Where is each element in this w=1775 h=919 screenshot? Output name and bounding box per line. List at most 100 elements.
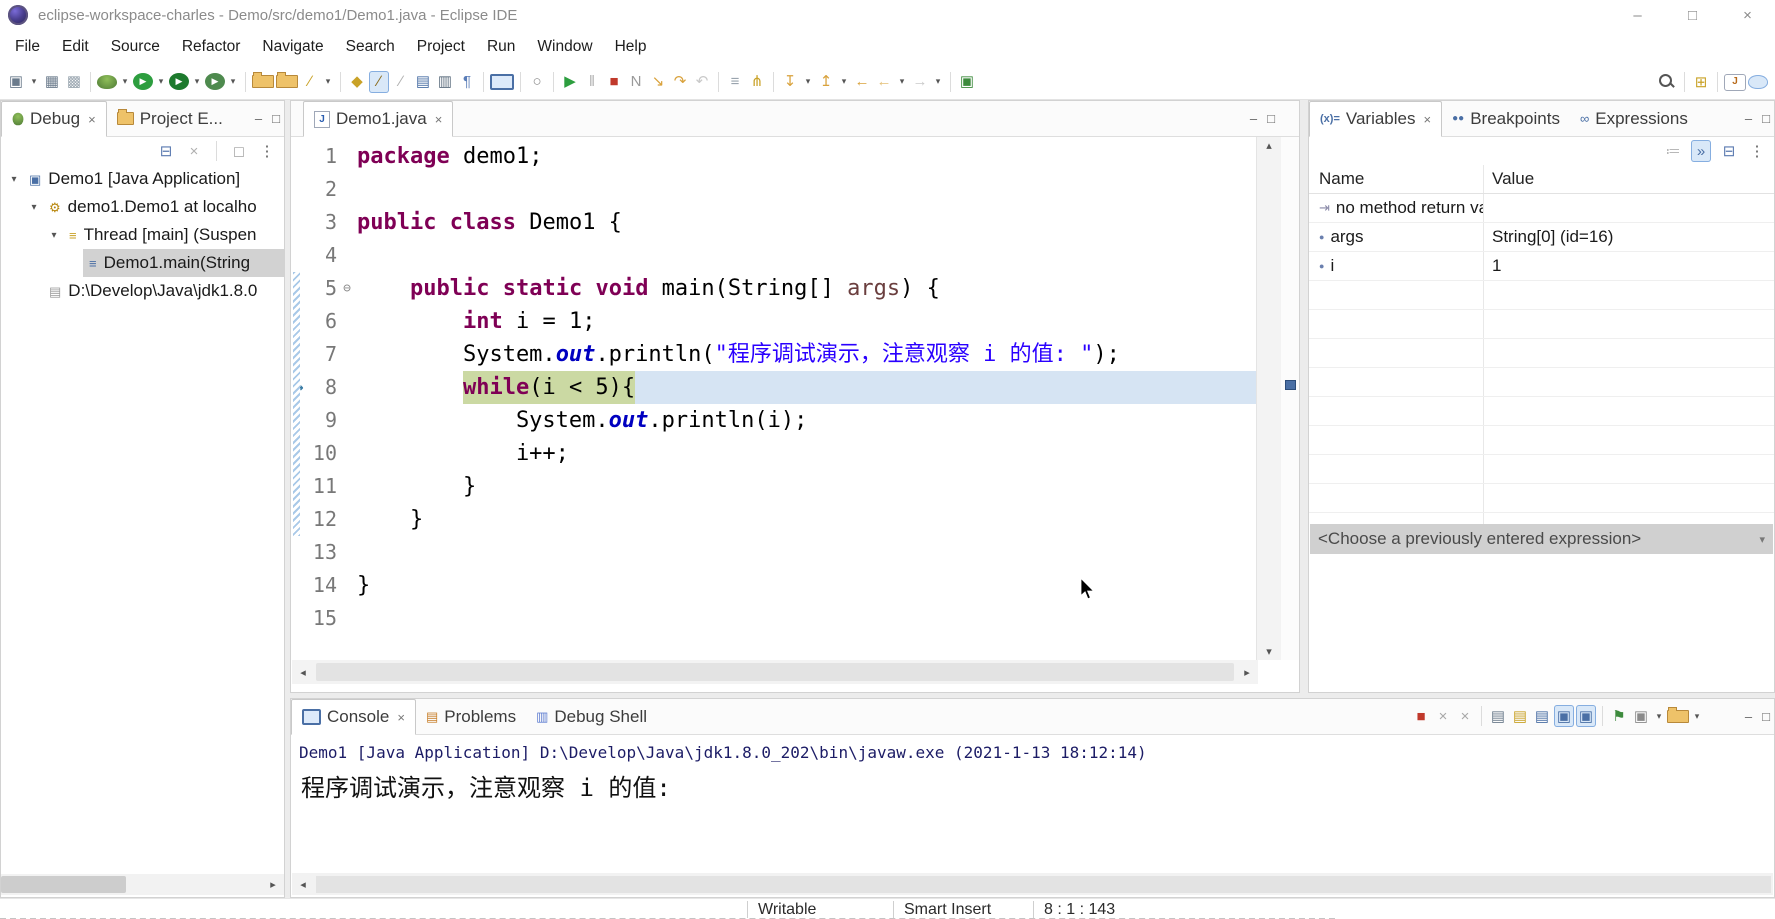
minimize-view-button[interactable]: – — [255, 111, 262, 126]
step-over-button[interactable]: ↷ — [670, 71, 690, 93]
code-line-6[interactable]: 6 int i = 1; — [291, 305, 1299, 338]
pin-console-button[interactable]: ⚑ — [1609, 705, 1629, 727]
search-button[interactable] — [1658, 73, 1678, 91]
scrollbar-thumb[interactable] — [316, 876, 1771, 893]
open-type-button[interactable]: ▤ — [413, 71, 433, 93]
search-occurrences-button[interactable]: ○ — [527, 71, 547, 93]
code-line-11[interactable]: 11 } — [291, 470, 1299, 503]
code-line-7[interactable]: 7 System.out.println("程序调试演示，注意观察 i 的值: … — [291, 338, 1299, 371]
expression-chooser[interactable]: <Choose a previously entered expression>… — [1310, 524, 1773, 554]
column-header-value[interactable]: Value — [1484, 165, 1774, 193]
menu-help[interactable]: Help — [604, 38, 658, 56]
step-return-button[interactable]: ↶ — [692, 71, 712, 93]
open-perspective-button[interactable]: ⊞ — [1691, 71, 1711, 93]
scroll-lock-button[interactable]: ▤ — [1510, 705, 1530, 727]
open-console-view-button[interactable] — [490, 74, 514, 90]
load-class-dropdown[interactable]: ▾ — [802, 71, 814, 93]
view-menu-button[interactable]: ⋮ — [1747, 140, 1767, 162]
toggle-highlight-button[interactable]: ◆ — [347, 71, 367, 93]
forward-dropdown[interactable]: ▾ — [932, 71, 944, 93]
debug-view-people-button[interactable]: ◻ — [229, 140, 249, 162]
tab-console[interactable]: Console × — [291, 699, 416, 735]
format-button[interactable]: ∕ — [391, 71, 411, 93]
code-line-12[interactable]: 12 } — [291, 503, 1299, 536]
code-line-4[interactable]: 4 — [291, 239, 1299, 272]
show-logical-structures-button[interactable]: » — [1691, 140, 1711, 162]
restart-dropdown[interactable]: ▾ — [838, 71, 850, 93]
show-stdout-button[interactable]: ▣ — [1554, 705, 1574, 727]
tab-console-close-icon[interactable]: × — [397, 710, 405, 725]
minimize-button[interactable]: – — [1610, 0, 1665, 30]
load-class-button[interactable]: ↧ — [780, 71, 800, 93]
resume-button[interactable]: ▶ — [560, 71, 580, 93]
maximize-button[interactable]: □ — [1665, 0, 1720, 30]
debug-dropdown[interactable]: ▾ — [119, 71, 131, 93]
scroll-left-icon[interactable]: ◂ — [292, 878, 314, 891]
scroll-down-icon[interactable]: ▾ — [1257, 645, 1281, 658]
debug-tree-item[interactable]: ▾≡Thread [main] (Suspen — [1, 221, 284, 249]
forward-button[interactable]: → — [910, 71, 930, 93]
scroll-left-icon[interactable]: ◂ — [292, 666, 314, 679]
maximize-view-button[interactable]: □ — [1762, 709, 1770, 724]
code-line-10[interactable]: 10 i++; — [291, 437, 1299, 470]
skip-breakpoints-button[interactable]: ≡ — [725, 71, 745, 93]
new-wizard-dropdown[interactable]: ▾ — [28, 71, 40, 93]
open-resource-button[interactable] — [276, 75, 298, 88]
current-line-marker[interactable] — [1285, 380, 1296, 390]
variable-detail-pane[interactable] — [1310, 554, 1773, 691]
word-wrap-button[interactable]: ▤ — [1532, 705, 1552, 727]
maximize-editor-button[interactable]: □ — [1267, 111, 1275, 126]
last-edit-location-button[interactable]: ▣ — [957, 71, 977, 93]
menu-navigate[interactable]: Navigate — [251, 38, 334, 56]
save-all-button[interactable]: ▩ — [64, 71, 84, 93]
remove-all-terminated-button[interactable]: × — [184, 140, 204, 162]
chevron-expand-icon[interactable]: ▾ — [45, 230, 63, 241]
console-horizontal-scrollbar[interactable]: ◂ — [292, 873, 1773, 895]
back-history-dropdown[interactable]: ▾ — [896, 71, 908, 93]
code-line-5[interactable]: 5⊖ public static void main(String[] args… — [291, 272, 1299, 305]
menu-edit[interactable]: Edit — [51, 38, 100, 56]
remove-all-terminated-button[interactable]: × — [1455, 705, 1475, 727]
code-line-8[interactable]: →8 while(i < 5){ — [291, 371, 1299, 404]
maximize-view-button[interactable]: □ — [272, 111, 280, 126]
editor-vertical-scrollbar[interactable]: ▴ ▾ — [1256, 137, 1281, 660]
code-line-9[interactable]: 9 System.out.println(i); — [291, 404, 1299, 437]
code-line-3[interactable]: 3public class Demo1 { — [291, 206, 1299, 239]
terminate-button[interactable]: ■ — [1411, 705, 1431, 727]
display-console-dropdown[interactable]: ▾ — [1653, 705, 1665, 727]
scroll-right-icon[interactable]: ▸ — [1236, 666, 1258, 679]
chevron-expand-icon[interactable]: ▾ — [25, 202, 43, 213]
chevron-down-icon[interactable]: ▾ — [1759, 533, 1765, 546]
debug-button[interactable] — [97, 75, 117, 89]
show-type-names-button[interactable]: ≔ — [1663, 140, 1683, 162]
tab-expressions[interactable]: ∞ Expressions — [1570, 101, 1698, 136]
minimize-view-button[interactable]: – — [1745, 709, 1752, 724]
variable-row[interactable]: ●i1 — [1309, 252, 1774, 281]
show-view-list-button[interactable]: ▥ — [435, 71, 455, 93]
code-line-13[interactable]: 13 — [291, 536, 1299, 569]
scroll-right-icon[interactable]: ▸ — [262, 878, 284, 891]
debug-tree-item[interactable]: ▤D:\Develop\Java\jdk1.8.0 — [1, 277, 284, 305]
menu-window[interactable]: Window — [526, 38, 603, 56]
coverage-dropdown[interactable]: ▾ — [191, 71, 203, 93]
editor-horizontal-scrollbar[interactable]: ◂ ▸ — [292, 660, 1258, 684]
menu-source[interactable]: Source — [100, 38, 171, 56]
debug-tree-item[interactable]: ▾⚙demo1.Demo1 at localho — [1, 193, 284, 221]
menu-search[interactable]: Search — [335, 38, 406, 56]
new-wizard-button[interactable]: ▣ — [6, 71, 26, 93]
tab-variables[interactable]: (x)= Variables × — [1309, 101, 1442, 137]
debug-perspective-button[interactable] — [1748, 75, 1768, 89]
external-tools-dropdown[interactable]: ▾ — [322, 71, 334, 93]
scrollbar-thumb[interactable] — [1, 876, 126, 893]
tab-demo1-java-close-icon[interactable]: × — [435, 112, 443, 127]
use-step-filters-button[interactable]: ⋔ — [747, 71, 767, 93]
tab-problems[interactable]: ▤ Problems — [416, 699, 526, 734]
tab-debug[interactable]: Debug × — [1, 101, 107, 137]
tab-variables-close-icon[interactable]: × — [1424, 112, 1432, 127]
open-task-button[interactable] — [252, 75, 274, 88]
disconnect-button[interactable]: N — [626, 71, 646, 93]
run-button[interactable]: ▶ — [133, 73, 153, 90]
column-header-name[interactable]: Name — [1309, 165, 1484, 193]
profile-button[interactable]: ▶ — [205, 73, 225, 90]
menu-project[interactable]: Project — [406, 38, 476, 56]
